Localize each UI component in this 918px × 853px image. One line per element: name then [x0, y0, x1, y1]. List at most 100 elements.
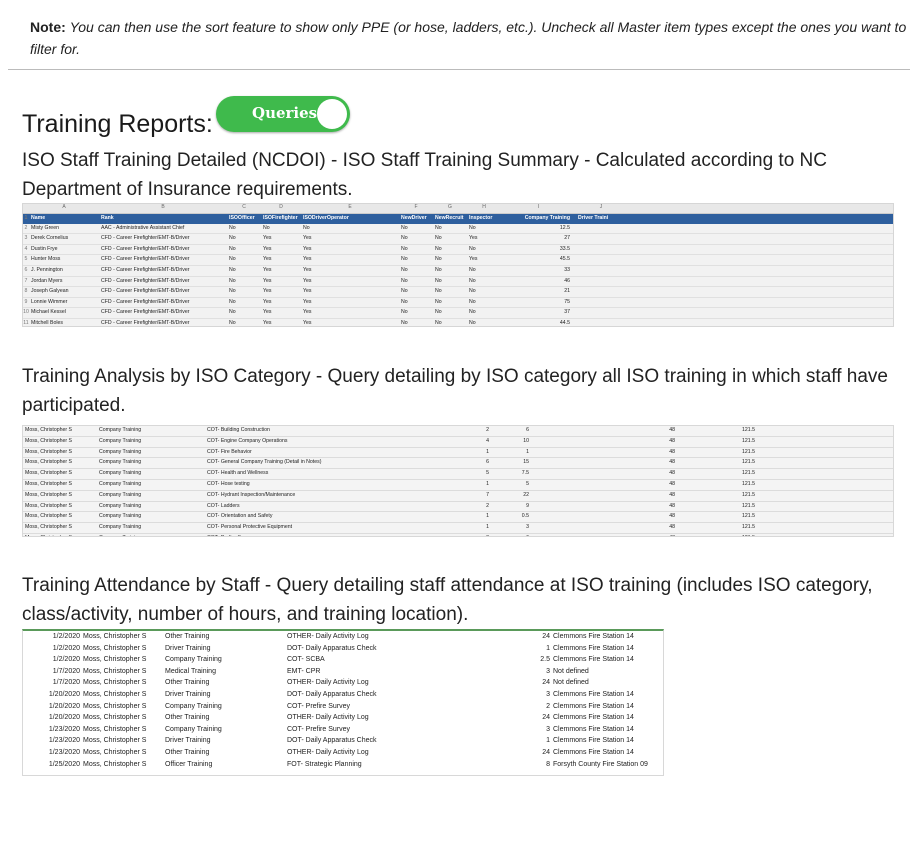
table-row: 3 Derek Cornelius CFD - Career Firefighter…: [23, 234, 893, 245]
table-row: Moss, Christopher SCompany TrainingCOT- …: [23, 502, 893, 513]
cell-training-type: Company Training: [165, 656, 222, 664]
cell-training-type: Company Training: [165, 702, 222, 710]
section3-description: Training Attendance by Staff - Query det…: [22, 575, 873, 625]
table-row: Moss, Christopher SCompany TrainingCOT- …: [23, 491, 893, 502]
table-row: 4 Dustin Frye CFD - Career Firefighter/EMT…: [23, 245, 893, 256]
cell-iso-officer: No: [229, 309, 236, 316]
cell-name: Michael Kessel: [31, 309, 66, 316]
cell-iso-driver-operator: Yes: [303, 319, 312, 326]
cell-total: 121.5: [742, 437, 755, 444]
cell-hours: 5: [526, 480, 529, 487]
cell-date: 1/23/2020: [48, 748, 80, 756]
cell-iso-officer: No: [229, 224, 236, 231]
cell-staff: Moss, Christopher S: [83, 690, 147, 698]
column-letter: H: [482, 204, 486, 210]
cell-new-driver: No: [401, 309, 408, 316]
cell-class: COT- Fire Behavior: [207, 448, 252, 455]
table-row: 1/7/2020 Moss, Christopher S Other Trainin…: [23, 677, 663, 689]
column-header: Name: [31, 215, 46, 221]
cell-new-driver: No: [401, 245, 408, 252]
cell-iso-driver-operator: Yes: [303, 235, 312, 242]
cell-company-training: 37: [564, 309, 570, 316]
table-row: 1/23/2020 Moss, Christopher S Other Traini…: [23, 747, 663, 759]
cell-count: 5: [486, 470, 489, 477]
cell-training-type: Company Training: [99, 427, 142, 433]
cell-date: 1/25/2020: [48, 760, 80, 768]
cell-location: Not defined: [553, 679, 589, 687]
table-row: Moss, Christopher SCompany TrainingCOT- …: [23, 523, 893, 534]
cell-new-driver: No: [401, 256, 408, 263]
cell-date: 1/23/2020: [48, 725, 80, 733]
cell-class: OTHER- Daily Activity Log: [287, 633, 369, 640]
cell-hours: 6: [489, 534, 529, 536]
queries-toggle[interactable]: Queries: [216, 96, 350, 132]
cell-count: 1: [486, 448, 489, 455]
cell-staff: Moss, Christopher S: [83, 679, 147, 687]
cell-count: 6: [486, 459, 489, 466]
cell-date: 1/2/2020: [52, 644, 80, 652]
note-label: Note:: [30, 19, 66, 35]
cell-iso-officer: No: [229, 235, 236, 242]
cell-staff: Moss, Christopher S: [25, 502, 72, 509]
cell-location: Not defined: [553, 667, 589, 675]
cell-count: 1: [486, 513, 489, 520]
cell-iso-firefighter: Yes: [263, 288, 272, 295]
cell-iso-firefighter: Yes: [263, 277, 272, 284]
cell-training-type: Company Training: [99, 480, 142, 487]
cell-iso-officer: No: [229, 256, 236, 263]
cell-spacer: [529, 502, 593, 512]
cell-total: 121.5: [675, 534, 755, 536]
note-body: You can then use the sort feature to sho…: [30, 19, 907, 57]
table-row: Moss, Christopher SCompany TrainingCOT- …: [23, 469, 893, 480]
cell-location: Clemmons Fire Station 14: [553, 633, 634, 640]
table-row: 1/2/2020 Moss, Christopher S Other Trainin…: [23, 631, 663, 643]
cell-class: OTHER- Daily Activity Log: [287, 679, 369, 687]
cell-training-type: Company Training: [99, 470, 142, 477]
cell-new-recruit: No: [435, 245, 442, 252]
table-row: 1/2/2020 Moss, Christopher S Company Train…: [23, 654, 663, 666]
table-row: 1/25/2020 Moss, Christopher S Officer Trai…: [23, 759, 663, 771]
cell-training-type: Company Training: [99, 534, 207, 536]
column-header: Inspector: [469, 215, 493, 221]
table-row: 1/20/2020 Moss, Christopher S Driver Train…: [23, 689, 663, 701]
cell-hours: 24: [542, 714, 550, 722]
attendance-by-staff-sheet: 1/2/2020 Moss, Christopher S Other Trainin…: [22, 629, 664, 776]
cell-rank: CFD - Career Firefighter/EMT-B/Driver: [101, 288, 190, 295]
cell-hours: 3: [546, 725, 550, 733]
cell-rank: CFD - Career Firefighter/EMT-B/Driver: [101, 319, 190, 326]
cell-count: 7: [486, 491, 489, 498]
cell-spacer: [529, 458, 593, 468]
cell-iso-driver-operator: Yes: [303, 277, 312, 284]
queries-toggle-label: Queries: [252, 104, 318, 122]
cell-count: 1: [486, 524, 489, 531]
cell-name: J. Pennington: [31, 266, 63, 273]
cell-iso-firefighter: Yes: [263, 298, 272, 305]
cell-training-type: Officer Training: [165, 760, 213, 768]
cell-name: Misty Green: [31, 224, 59, 231]
cell-inspector: No: [469, 245, 476, 252]
cell-name: Hunter Moss: [31, 256, 61, 263]
cell-staff: Moss, Christopher S: [25, 459, 72, 466]
table-row: 1/20/2020 Moss, Christopher S Company Trai…: [23, 701, 663, 713]
cell-location: Clemmons Fire Station 14: [553, 656, 634, 664]
column-header: Driver Traini: [578, 215, 609, 221]
cell-new-recruit: No: [435, 235, 442, 242]
cell-company-training: 44.5: [559, 319, 570, 326]
cell-training-type: Company Training: [99, 448, 142, 455]
cell-class: FOT- Strategic Planning: [287, 760, 362, 768]
cell-training-type: Other Training: [165, 633, 210, 640]
cell-class: DOT- Daily Apparatus Check: [287, 690, 377, 698]
cell-hours: 1: [526, 448, 529, 455]
cell-driver-training: [576, 287, 626, 297]
cell-training-type: Company Training: [99, 491, 142, 498]
column-letter: J: [599, 204, 603, 210]
cell-iso-officer: No: [229, 319, 236, 326]
table-row: Moss, Christopher SCompany TrainingCOT- …: [23, 437, 893, 448]
cell-staff: Moss, Christopher S: [83, 656, 147, 664]
cell-hours: 24: [542, 633, 550, 640]
cell-date: 1/20/2020: [48, 702, 80, 710]
cell-new-recruit: No: [435, 224, 442, 231]
cell-company-training: 33.5: [559, 245, 570, 252]
table-row: 5 Hunter Moss CFD - Career Firefighter/EMT…: [23, 255, 893, 266]
cell-required: 48: [669, 448, 675, 455]
